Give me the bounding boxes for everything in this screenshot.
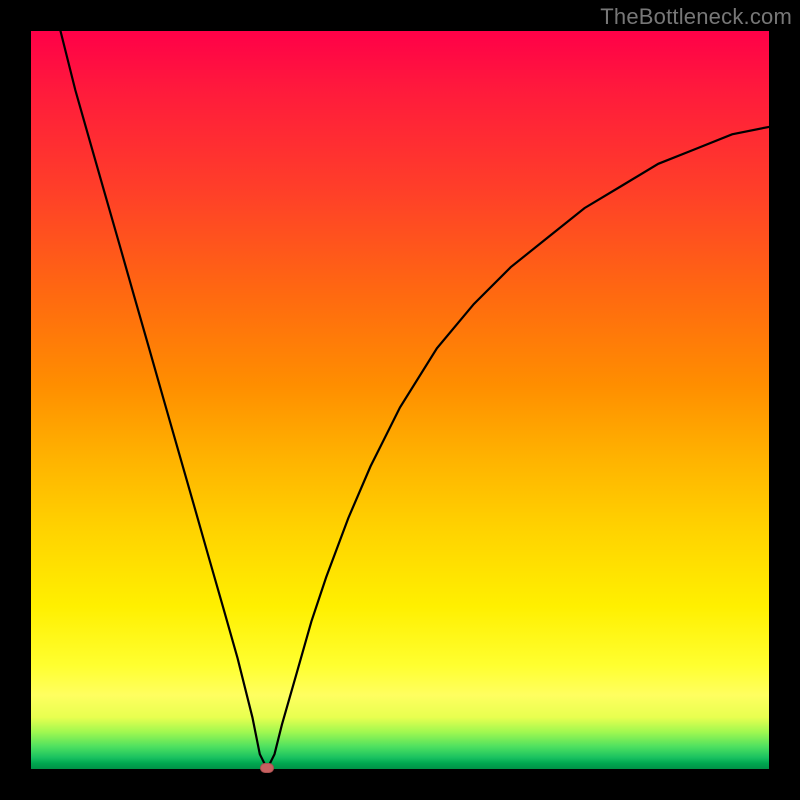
- bottleneck-minimum-marker: [260, 763, 274, 773]
- curve-svg: [31, 31, 769, 769]
- watermark-text: TheBottleneck.com: [600, 4, 792, 30]
- plot-area: [31, 31, 769, 769]
- bottleneck-curve: [61, 31, 770, 769]
- chart-frame: TheBottleneck.com: [0, 0, 800, 800]
